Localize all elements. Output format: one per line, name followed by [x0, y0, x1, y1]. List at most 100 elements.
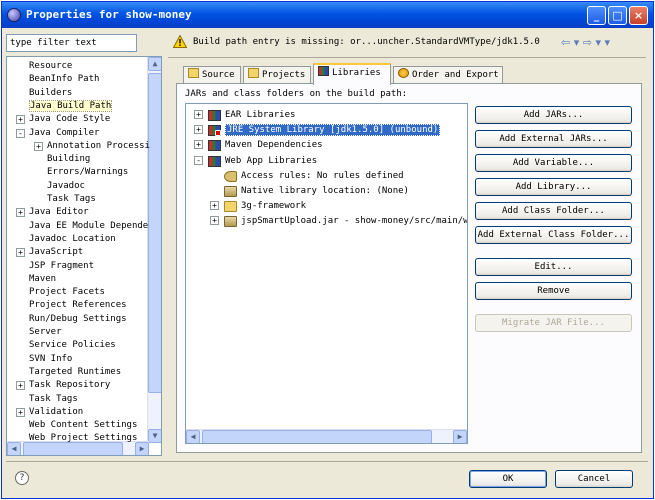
- add-variable-button[interactable]: Add Variable...: [475, 154, 632, 172]
- tree-item[interactable]: Targeted Runtimes: [29, 366, 121, 379]
- add-library-button[interactable]: Add Library...: [475, 178, 632, 196]
- tree-item-label: Errors/Warnings: [47, 167, 129, 178]
- tree-item[interactable]: Task Tags: [47, 193, 96, 206]
- remove-button[interactable]: Remove: [475, 282, 632, 300]
- tab-order-and-export[interactable]: Order and Export: [393, 66, 503, 84]
- tree-item[interactable]: Building: [47, 153, 90, 166]
- tree-item[interactable]: + JavaScript: [16, 246, 83, 259]
- cancel-button[interactable]: Cancel: [555, 470, 633, 488]
- help-icon[interactable]: ?: [15, 471, 29, 485]
- scroll-up-icon[interactable]: ▲: [148, 57, 161, 71]
- tree-item[interactable]: Web Project Settings: [29, 432, 137, 445]
- maximize-button[interactable]: □: [608, 6, 627, 25]
- tree-item[interactable]: Run/Debug Settings: [29, 313, 127, 326]
- library-entry[interactable]: + jspSmartUpload.jar - show-money/src/mai…: [210, 214, 468, 228]
- migrate-jar-file-button[interactable]: Migrate JAR File...: [475, 314, 632, 332]
- expand-icon[interactable]: +: [16, 115, 25, 125]
- tree-item[interactable]: BeanInfo Path: [29, 73, 99, 86]
- scroll-down-icon[interactable]: ▼: [148, 429, 161, 443]
- tree-item[interactable]: - Java Compiler: [16, 127, 99, 140]
- scroll-left-icon[interactable]: ◀: [186, 430, 200, 443]
- library-icon: [208, 140, 221, 152]
- tree-item[interactable]: Java EE Module Depende: [29, 220, 148, 233]
- filter-input[interactable]: type filter text: [6, 34, 137, 52]
- add-class-folder-button[interactable]: Add Class Folder...: [475, 202, 632, 220]
- library-entry[interactable]: Access rules: No rules defined: [210, 169, 404, 183]
- tree-item-label: Java Code Style: [29, 114, 111, 125]
- tree-item[interactable]: + Validation: [16, 406, 83, 419]
- expand-icon[interactable]: +: [16, 208, 25, 218]
- library-entry-label: Web App Libraries: [225, 155, 318, 166]
- tree-item-label: Web Content Settings: [29, 420, 138, 431]
- scroll-left-icon[interactable]: ◀: [7, 442, 21, 455]
- tree-item[interactable]: + Java Code Style: [16, 113, 111, 126]
- tree-item[interactable]: Javadoc Location: [29, 233, 116, 246]
- tree-item-label: Service Policies: [29, 340, 116, 351]
- library-entry-label: jspSmartUpload.jar - show-money/src/main…: [241, 216, 468, 227]
- tree-item[interactable]: + Task Repository: [16, 379, 110, 392]
- tree-item[interactable]: Project References: [29, 299, 127, 312]
- library-entry-label: JRE System Library [jdk1.5.0] (unbound): [225, 124, 441, 137]
- tree-item[interactable]: Server: [29, 326, 62, 339]
- tree-item[interactable]: + Java Editor: [16, 206, 89, 219]
- scroll-thumb[interactable]: [148, 73, 161, 393]
- library-entry[interactable]: + JRE System Library [jdk1.5.0] (unbound): [194, 123, 441, 137]
- expand-icon[interactable]: +: [210, 201, 219, 211]
- scroll-right-icon[interactable]: ▶: [453, 430, 467, 443]
- tab-source[interactable]: Source: [183, 66, 241, 84]
- library-entry[interactable]: Native library location: (None): [210, 184, 409, 198]
- close-button[interactable]: ×: [629, 6, 648, 25]
- tree-item[interactable]: JSP Fragment: [29, 260, 94, 273]
- tree-item-label: Web Project Settings: [29, 433, 138, 444]
- expand-icon[interactable]: +: [16, 381, 25, 391]
- minimize-button[interactable]: _: [587, 6, 606, 25]
- properties-tree: ▲ ▼ ◀ ▶ Resource BeanInfo Path Builders Jav…: [6, 56, 162, 456]
- add-jars-button[interactable]: Add JARs...: [475, 106, 632, 124]
- tree-item[interactable]: Java Build Path: [29, 99, 113, 113]
- history-navigation-icons[interactable]: ⇦ ▾ ⇨ ▾ ▾: [561, 36, 610, 49]
- tab-libraries[interactable]: Libraries: [313, 63, 391, 85]
- expand-icon[interactable]: +: [194, 125, 203, 135]
- tree-item[interactable]: Task Tags: [29, 393, 78, 406]
- library-entry[interactable]: - Web App Libraries: [194, 154, 317, 168]
- tab-projects[interactable]: Projects: [243, 66, 311, 84]
- tree-item-label: Run/Debug Settings: [29, 313, 127, 324]
- tree-item-label: Java Build Path: [29, 99, 113, 112]
- expand-icon[interactable]: +: [210, 216, 219, 226]
- tree-item[interactable]: Project Facets: [29, 286, 105, 299]
- collapse-icon[interactable]: -: [194, 155, 203, 165]
- collapse-icon[interactable]: -: [16, 128, 25, 138]
- tree-item[interactable]: Errors/Warnings: [47, 166, 128, 179]
- tree-item[interactable]: Service Policies: [29, 339, 116, 352]
- tree-item-label: Javadoc: [47, 180, 85, 191]
- tree-item[interactable]: Web Content Settings: [29, 419, 137, 432]
- scroll-thumb[interactable]: [202, 430, 432, 443]
- expand-icon[interactable]: +: [16, 407, 25, 417]
- tree-item[interactable]: Builders: [29, 87, 72, 100]
- tree-item[interactable]: Resource: [29, 60, 72, 73]
- tree-vertical-scrollbar[interactable]: ▲ ▼: [147, 57, 161, 443]
- expand-icon[interactable]: +: [16, 248, 25, 258]
- library-entry-label: Access rules: No rules defined: [241, 170, 404, 181]
- tree-item[interactable]: Maven: [29, 273, 56, 286]
- libraries-horizontal-scrollbar[interactable]: ◀ ▶: [186, 429, 467, 443]
- library-entry[interactable]: + EAR Libraries: [194, 108, 295, 122]
- access-rules-icon: [224, 170, 237, 182]
- ok-button[interactable]: OK: [469, 470, 547, 488]
- expand-icon[interactable]: +: [194, 110, 203, 119]
- add-external-class-folder-button[interactable]: Add External Class Folder...: [475, 226, 632, 244]
- title-bar[interactable]: Properties for show-money _ □ ×: [2, 2, 653, 28]
- library-entry-label: 3g-framework: [241, 201, 307, 212]
- tree-item[interactable]: Javadoc: [47, 180, 85, 193]
- library-entry[interactable]: + Maven Dependencies: [194, 138, 323, 152]
- tree-item-label: Building: [47, 154, 91, 165]
- projects-icon: [248, 68, 259, 78]
- tree-item-label: Resource: [29, 61, 73, 71]
- library-entry[interactable]: +3g-framework: [210, 199, 306, 213]
- expand-icon[interactable]: +: [34, 141, 43, 151]
- add-external-jars-button[interactable]: Add External JARs...: [475, 130, 632, 148]
- edit-button[interactable]: Edit...: [475, 258, 632, 276]
- tree-item[interactable]: SVN Info: [29, 353, 72, 366]
- tree-item[interactable]: + Annotation Processi: [34, 140, 150, 153]
- expand-icon[interactable]: +: [194, 140, 203, 150]
